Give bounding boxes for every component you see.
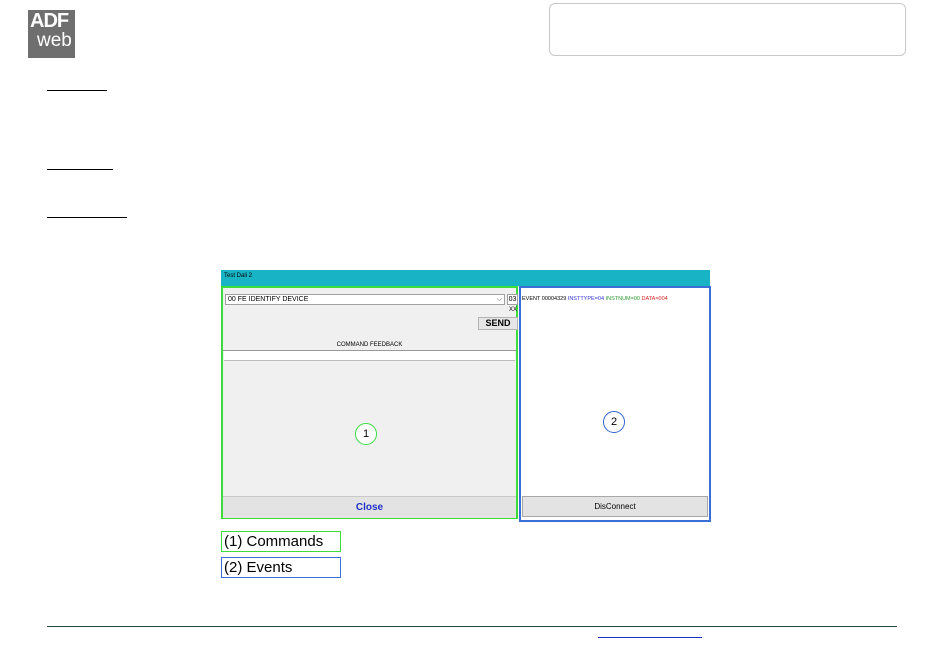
heading-underline-2: [47, 169, 113, 170]
address-input[interactable]: 03: [507, 294, 518, 305]
test-dali-window: Test Dali 2 00 FE IDENTIFY DEVICE ⌵ 03 X…: [221, 270, 711, 522]
marker-events: 2: [603, 411, 625, 433]
command-feedback-label: COMMAND FEEDBACK: [336, 342, 403, 348]
footer-link-underline[interactable]: [598, 637, 702, 638]
chevron-down-icon[interactable]: ⌵: [497, 295, 502, 305]
send-button[interactable]: SEND: [478, 317, 518, 330]
adfweb-logo: ADF web: [28, 10, 75, 58]
logo-text-bottom: web: [37, 30, 72, 51]
close-button[interactable]: Close: [223, 496, 516, 518]
disconnect-button[interactable]: DisConnect: [522, 496, 708, 517]
window-title: Test Dali 2: [224, 273, 253, 279]
event-prefix: EVENT: [522, 296, 541, 302]
logo-text-top: ADF: [30, 10, 69, 32]
header-info-box: [549, 3, 906, 56]
event-entry: EVENT 00004329 INSTTYPE=04 INSTNUM=00 DA…: [522, 296, 668, 303]
heading-underline-1: [47, 90, 107, 91]
address-hint: XX: [509, 307, 518, 313]
event-insttype: INSTTYPE=04: [567, 296, 605, 302]
legend-commands: (1) Commands: [221, 531, 341, 552]
window-titlebar[interactable]: Test Dali 2: [221, 270, 710, 286]
events-panel: EVENT 00004329 INSTTYPE=04 INSTNUM=00 DA…: [519, 286, 711, 522]
heading-underline-3: [47, 217, 127, 218]
event-id: 00004329: [541, 296, 567, 302]
event-data: DATA=004: [641, 296, 668, 302]
event-instnum: INSTNUM=00: [605, 296, 640, 302]
command-select[interactable]: 00 FE IDENTIFY DEVICE ⌵: [225, 294, 505, 305]
commands-panel: 00 FE IDENTIFY DEVICE ⌵ 03 XX SEND COMMA…: [221, 286, 518, 519]
footer-divider: [47, 626, 897, 627]
command-feedback-field: [224, 351, 515, 361]
marker-commands: 1: [355, 423, 377, 445]
command-select-value: 00 FE IDENTIFY DEVICE: [228, 296, 309, 303]
legend-events: (2) Events: [221, 557, 341, 578]
